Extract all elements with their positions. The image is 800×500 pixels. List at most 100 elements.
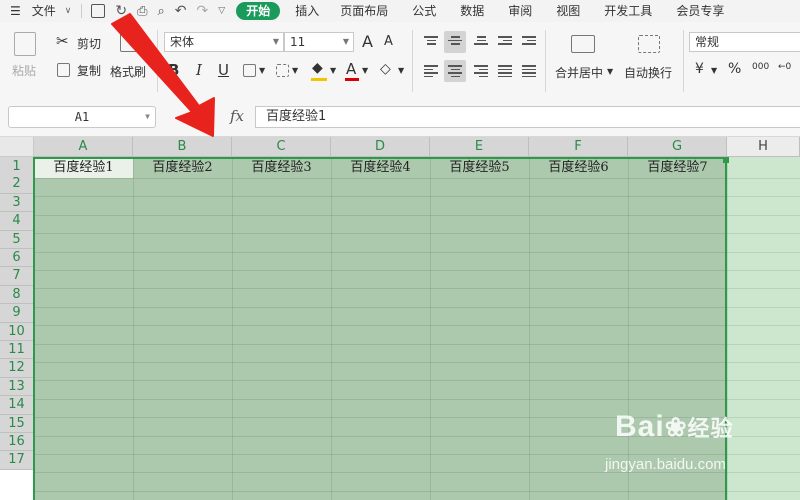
clear-format-icon[interactable]: ◇ (380, 61, 391, 77)
row-header-17[interactable]: 17 (0, 451, 34, 470)
row-header-10[interactable]: 10 (0, 322, 34, 341)
copy-icon[interactable] (57, 63, 70, 77)
align-top-icon[interactable] (424, 34, 438, 47)
border-icon[interactable] (243, 64, 256, 77)
tab-insert[interactable]: 插入 (286, 0, 328, 22)
currency-button[interactable]: ¥ (695, 61, 704, 77)
cell-g1[interactable]: 百度经验7 (628, 157, 727, 178)
tab-developer[interactable]: 开发工具 (592, 0, 664, 22)
paste-icon[interactable] (14, 32, 36, 56)
cut-button[interactable]: 剪切 (77, 35, 101, 52)
row-header-7[interactable]: 7 (0, 267, 34, 286)
chevron-down-icon[interactable]: ▼ (607, 67, 613, 76)
align-bottom-icon[interactable] (474, 34, 488, 47)
row-header-6[interactable]: 6 (0, 249, 34, 268)
font-size-select[interactable]: 11 ▼ (284, 32, 354, 52)
row-header-16[interactable]: 16 (0, 433, 34, 452)
column-header-e[interactable]: E (430, 137, 529, 157)
fill-style-icon[interactable] (276, 64, 289, 77)
wrap-text-icon[interactable] (638, 35, 660, 53)
increase-indent-icon[interactable] (522, 34, 536, 47)
tab-data[interactable]: 数据 (448, 0, 496, 22)
customize-chevron-icon[interactable]: ▽ (218, 6, 225, 16)
tab-formulas[interactable]: 公式 (400, 0, 448, 22)
column-header-a[interactable]: A (34, 137, 133, 157)
column-header-c[interactable]: C (232, 137, 331, 157)
row-header-14[interactable]: 14 (0, 396, 34, 415)
row-header-13[interactable]: 13 (0, 377, 34, 397)
row-header-5[interactable]: 5 (0, 230, 34, 249)
format-painter-icon[interactable] (120, 32, 138, 52)
chevron-down-icon[interactable]: ▼ (362, 66, 368, 75)
cell-b1[interactable]: 百度经验2 (133, 157, 232, 178)
percent-button[interactable]: % (728, 61, 741, 77)
redo-arrange-icon[interactable]: ↻ (115, 3, 127, 19)
name-box[interactable]: A1 ▼ (8, 106, 156, 128)
cell-a1[interactable]: 百度经验1 (34, 157, 133, 178)
chevron-down-icon[interactable]: ▼ (292, 66, 298, 75)
redo-icon[interactable]: ↷ (197, 3, 209, 19)
chevron-down-icon[interactable]: ∨ (65, 6, 72, 16)
increase-decimal-button[interactable]: 000 (752, 62, 769, 72)
column-header-d[interactable]: D (331, 137, 430, 157)
font-name-select[interactable]: 宋体 ▼ (164, 32, 284, 52)
fx-icon[interactable]: fx (230, 107, 244, 125)
print-icon[interactable]: ⎙ (137, 4, 147, 19)
chevron-down-icon[interactable]: ▼ (145, 107, 150, 127)
row-header-8[interactable]: 8 (0, 285, 34, 305)
scissors-icon[interactable]: ✂ (56, 32, 69, 50)
fill-color-icon[interactable]: ◆ (312, 60, 323, 76)
grow-font-button[interactable]: A (362, 32, 373, 51)
bold-button[interactable]: B (168, 61, 179, 79)
tab-home[interactable]: 开始 (236, 2, 281, 20)
row-header-4[interactable]: 4 (0, 212, 34, 231)
justify-icon[interactable] (498, 63, 512, 79)
chevron-down-icon[interactable]: ▼ (398, 66, 404, 75)
copy-button[interactable]: 复制 (77, 62, 101, 79)
tab-page-layout[interactable]: 页面布局 (328, 0, 400, 22)
chevron-down-icon[interactable]: ▼ (259, 66, 265, 75)
wrap-text-button[interactable]: 自动换行 (624, 64, 672, 81)
cell-c1[interactable]: 百度经验3 (232, 157, 331, 178)
paste-button[interactable]: 粘贴 (12, 62, 36, 79)
row-header-12[interactable]: 12 (0, 359, 34, 378)
cell-f1[interactable]: 百度经验6 (529, 157, 628, 178)
row-header-15[interactable]: 15 (0, 414, 34, 433)
align-left-icon[interactable] (424, 63, 438, 79)
row-header-9[interactable]: 9 (0, 304, 34, 323)
file-menu[interactable]: 文件 (30, 0, 65, 22)
decrease-decimal-button[interactable]: ←0 (778, 62, 791, 72)
undo-icon[interactable]: ↶ (175, 3, 187, 19)
tab-view[interactable]: 视图 (544, 0, 592, 22)
tab-member[interactable]: 会员专享 (664, 0, 736, 22)
shrink-font-button[interactable]: A (384, 34, 393, 49)
save-icon[interactable] (91, 4, 106, 18)
chevron-down-icon[interactable]: ▼ (330, 66, 336, 75)
column-header-b[interactable]: B (133, 137, 232, 157)
merge-center-button[interactable]: 合并居中 (555, 64, 603, 81)
row-header-11[interactable]: 11 (0, 341, 34, 360)
chevron-down-icon[interactable]: ▼ (711, 66, 717, 75)
row-header-3[interactable]: 3 (0, 193, 34, 213)
underline-button[interactable]: U (218, 61, 229, 79)
zoom-search-icon[interactable]: ⌕ (204, 109, 212, 125)
italic-button[interactable]: I (196, 61, 202, 79)
row-header-2[interactable]: 2 (0, 175, 34, 194)
cell-e1[interactable]: 百度经验5 (430, 157, 529, 178)
format-painter-button[interactable]: 格式刷 (110, 63, 146, 80)
align-right-icon[interactable] (474, 63, 488, 79)
tab-review[interactable]: 审阅 (496, 0, 544, 22)
column-header-g[interactable]: G (628, 137, 727, 157)
select-all-corner[interactable] (0, 137, 34, 157)
menu-icon[interactable]: ☰ (0, 0, 30, 22)
cell-d1[interactable]: 百度经验4 (331, 157, 430, 178)
column-header-h[interactable]: H (727, 137, 800, 157)
formula-input[interactable]: 百度经验1 (255, 106, 800, 128)
column-header-f[interactable]: F (529, 137, 628, 157)
merge-center-icon[interactable] (571, 35, 595, 53)
decrease-indent-icon[interactable] (498, 34, 512, 47)
font-color-icon[interactable]: A (346, 60, 356, 78)
print-preview-icon[interactable]: ⌕ (158, 4, 165, 19)
distributed-icon[interactable] (522, 63, 536, 79)
number-format-select[interactable]: 常规 (689, 32, 800, 52)
